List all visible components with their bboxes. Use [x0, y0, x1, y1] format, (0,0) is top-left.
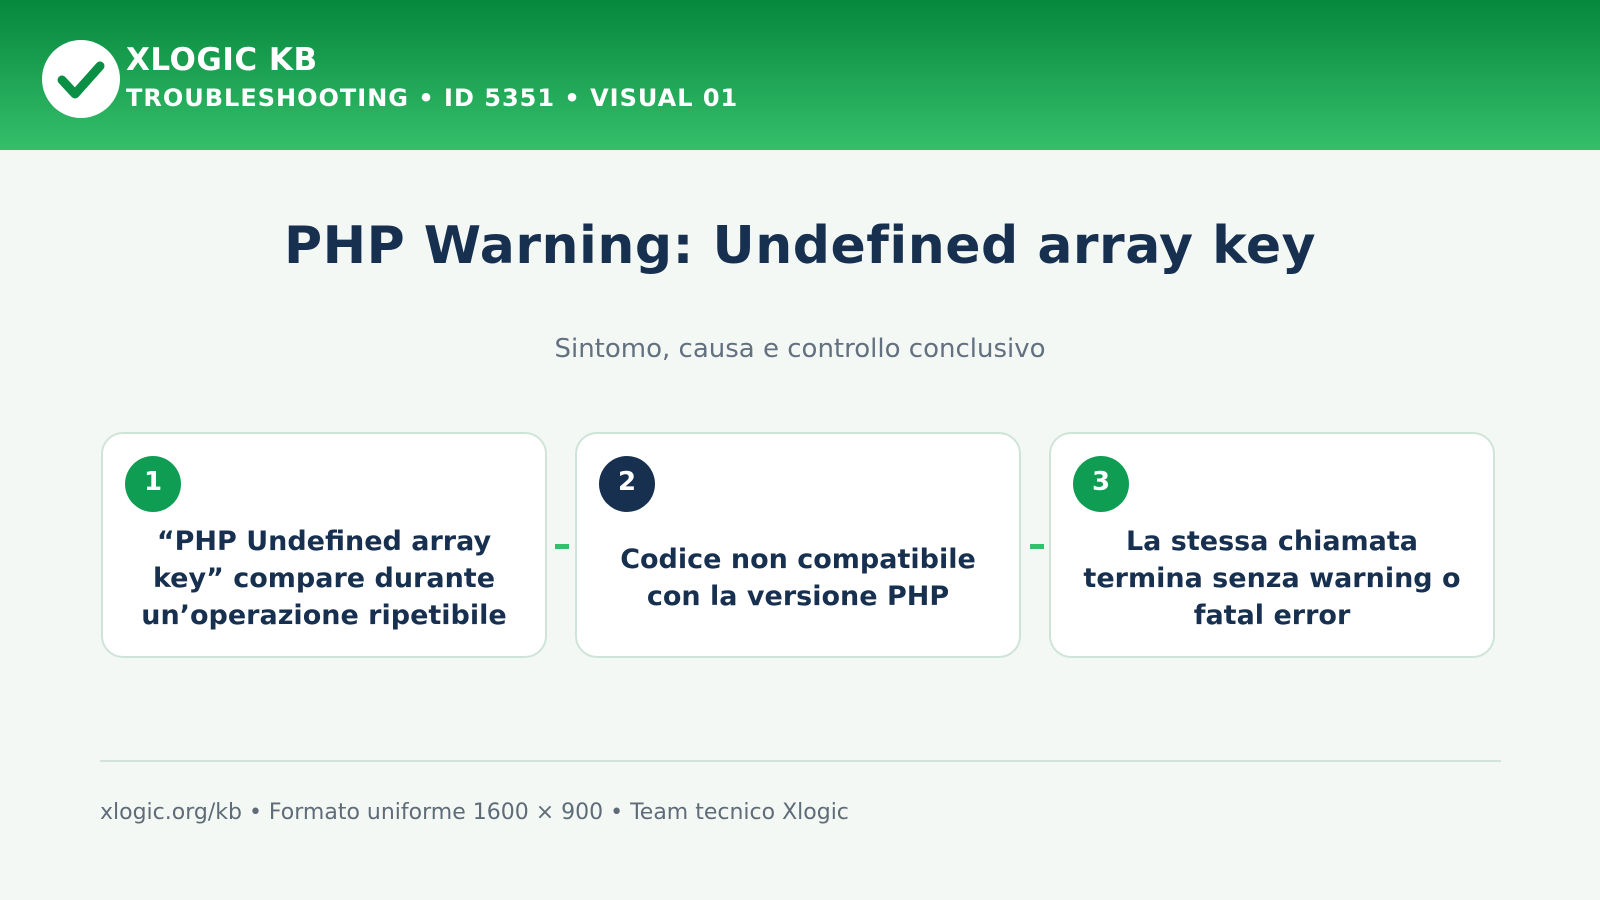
step-text: Codice non compatibile con la versione P…	[620, 544, 976, 612]
page-title: PHP Warning: Undefined array key	[283, 216, 1317, 276]
step-number-badge: 3	[1073, 456, 1129, 512]
page: XLOGIC KB TROUBLESHOOTING • ID 5351 • VI…	[0, 0, 1600, 900]
step-card-3: 3 La stessa chiamata termina senza warni…	[1049, 432, 1495, 658]
brand-name: XLOGIC KB	[126, 42, 318, 78]
check-icon	[57, 61, 105, 99]
step-connector	[1030, 544, 1044, 549]
brand-subtitle: TROUBLESHOOTING • ID 5351 • VISUAL 01	[126, 84, 739, 112]
step-card-1: 1 “PHP Undefined array key” compare dura…	[101, 432, 547, 658]
step-text: La stessa chiamata termina senza warning…	[1083, 525, 1461, 631]
step-number-badge: 2	[599, 456, 655, 512]
header-banner: XLOGIC KB TROUBLESHOOTING • ID 5351 • VI…	[0, 0, 1600, 150]
step-connector	[555, 544, 569, 549]
step-text: “PHP Undefined array key” compare durant…	[141, 525, 507, 631]
footer-text: xlogic.org/kb • Formato uniforme 1600 × …	[100, 800, 849, 825]
logo	[42, 40, 120, 118]
page-subtitle: Sintomo, causa e controllo conclusivo	[554, 334, 1046, 364]
step-card-2: 2 Codice non compatibile con la versione…	[575, 432, 1021, 658]
footer-divider	[100, 760, 1501, 762]
step-number-badge: 1	[125, 456, 181, 512]
